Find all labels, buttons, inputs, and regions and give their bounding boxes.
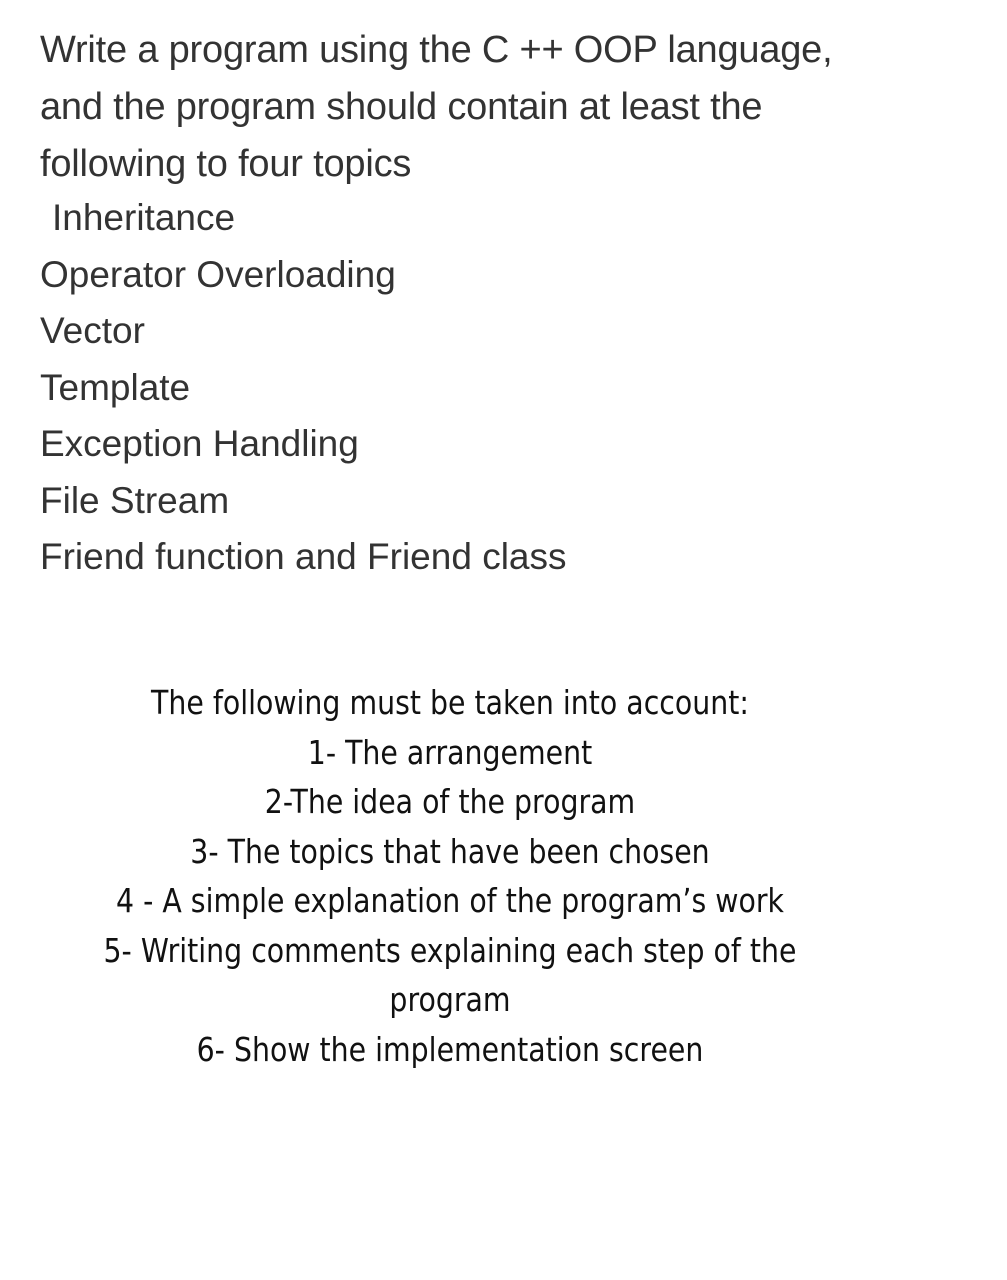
topic-item-file-stream: File Stream [40, 479, 230, 521]
topic-item-operator-overloading: Operator Overloading [40, 253, 396, 295]
requirement-item: 3- The topics that have been chosen [190, 831, 710, 871]
intro-line: and the program should contain at least … [40, 86, 763, 128]
requirements-list: 1- The arrangement 2-The idea of the pro… [63, 728, 837, 1075]
topic-item-inheritance: Inheritance [52, 197, 236, 238]
requirement-item: 6- Show the implementation screen [196, 1029, 704, 1069]
topic-item-exception-handling: Exception Handling [40, 423, 359, 464]
requirement-item: 5- Writing comments explaining each step… [103, 930, 797, 1020]
topics-list: Inheritance Operator Overloading Vector … [40, 190, 567, 586]
topic-item-template: Template [40, 366, 191, 408]
topic-item-vector: Vector [40, 310, 145, 351]
requirements-section: The following must be taken into account… [63, 678, 837, 1074]
intro-line: following to four topics [40, 143, 412, 185]
requirements-heading: The following must be taken into account… [151, 683, 749, 722]
topic-item-friend-function-class: Friend function and Friend class [40, 536, 567, 577]
requirement-item: 1- The arrangement [307, 732, 593, 772]
assignment-intro: Write a program using the C ++ OOP langu… [40, 22, 980, 193]
requirement-item: 2-The idea of the program [264, 782, 636, 821]
intro-line: Write a program using the C ++ OOP langu… [40, 29, 833, 71]
requirement-item: 4 - A simple explanation of the program’… [116, 881, 784, 920]
